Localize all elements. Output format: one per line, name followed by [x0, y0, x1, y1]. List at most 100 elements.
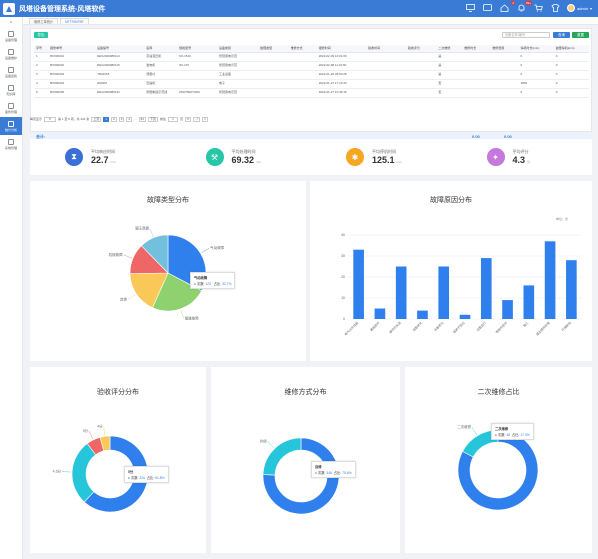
table-cell: [462, 88, 491, 98]
table-row[interactable]: 1 BX000001 DEV2020080114 高速液压机 SX-1516 智慧用电示范…: [34, 52, 589, 62]
x-tick-label: 操作员失误: [388, 320, 402, 334]
fullscreen-icon[interactable]: ⤢: [193, 116, 200, 122]
bar[interactable]: [353, 249, 364, 319]
table-row[interactable]: 5 BX000005 DEV2020080132 智能制造示范线 2500*800*20…: [34, 88, 589, 98]
page-button[interactable]: 1: [103, 116, 110, 122]
column-header[interactable]: 二次维修: [436, 45, 463, 53]
sidebar-item-inspection[interactable]: 设备巡检: [0, 63, 22, 81]
monitor-icon[interactable]: [465, 3, 475, 13]
prev-page-button[interactable]: 上页: [91, 116, 102, 122]
column-header[interactable]: 故障类型: [258, 45, 289, 53]
bar[interactable]: [502, 300, 513, 319]
bar[interactable]: [523, 285, 535, 319]
bar[interactable]: [480, 258, 492, 319]
pie-leader-line: [127, 294, 136, 300]
bar[interactable]: [438, 266, 450, 320]
download-icon[interactable]: ⇩: [201, 116, 209, 122]
column-header[interactable]: 停机时长(min): [518, 45, 554, 53]
home-icon[interactable]: 2: [499, 1, 516, 13]
pagination: 每页显示 5 第 1 至 5 项，共 401 条 上页 1 2 3 4 ... …: [30, 115, 209, 123]
user-menu[interactable]: admin ▾: [567, 4, 592, 12]
column-header[interactable]: 名称: [144, 45, 178, 53]
table-row[interactable]: 2 BX000002 DEV2020080115 发电机 SX-270 智慧用电示范 202…: [34, 61, 589, 71]
tooltip-count: 346: [326, 471, 332, 475]
column-header[interactable]: 维修时长: [462, 45, 491, 53]
avatar: [567, 4, 576, 12]
page-button[interactable]: 2: [111, 116, 117, 122]
column-header[interactable]: 报修时间: [316, 45, 366, 53]
column-header[interactable]: 故障停机(min): [553, 45, 589, 53]
table-cell: [365, 61, 406, 71]
bar[interactable]: [544, 241, 556, 319]
fault-type-panel: 故障类型分布 气动故障 管道故障 其他 机械故障 液压泄漏 气动故障 ● 次数: 123…: [30, 181, 306, 361]
bar[interactable]: [566, 260, 577, 319]
table-row[interactable]: 4 BX000004 200002 压缩机 电子 2022-01-27 17:10:43 否…: [34, 79, 589, 89]
sidebar-item-maintenance[interactable]: 设备维护: [0, 45, 22, 63]
table-cell: [405, 52, 437, 62]
reset-button[interactable]: 重置: [572, 32, 589, 38]
bar[interactable]: [459, 314, 471, 319]
x-tick-label: 零部件损坏: [494, 320, 508, 334]
menu-toggle-icon[interactable]: ≡: [0, 17, 22, 27]
column-header[interactable]: 维修方式: [288, 45, 317, 53]
x-tick-label: 施工: [522, 320, 530, 328]
tooltip-pct: 75.6%: [342, 471, 352, 475]
page-size-select[interactable]: 5: [44, 116, 57, 122]
acceptance-donut: 4.5分 3分 4分: [53, 423, 149, 513]
page-button[interactable]: 3: [118, 116, 125, 122]
message-icon[interactable]: [482, 3, 492, 13]
bar[interactable]: [374, 308, 386, 320]
bar[interactable]: [395, 266, 407, 320]
x-tick-label: 超出使用年限: [535, 320, 551, 336]
sidebar-item-system[interactable]: 系统管理: [0, 135, 22, 153]
table-cell: 否: [436, 79, 463, 89]
pie-label: 管道故障: [185, 315, 199, 320]
shirt-icon[interactable]: [550, 3, 560, 13]
page-button[interactable]: 81: [138, 116, 146, 122]
bar[interactable]: [417, 310, 428, 319]
sidebar-item-spare-parts[interactable]: 备件管理: [0, 99, 22, 117]
table-cell: 2022-01-27 17:10:43: [316, 79, 366, 89]
column-header[interactable]: 维修费用: [490, 45, 519, 53]
hourglass-icon: ⧗: [65, 148, 83, 166]
table-cell: [462, 52, 491, 62]
table-cell: 否: [436, 88, 463, 98]
pie-slice[interactable]: [262, 437, 302, 476]
table-row[interactable]: 3 BX000003 YB22018 测量仪 工业设备 2022-01-26 09:50:…: [34, 70, 589, 80]
search-input[interactable]: 设备名称/编号: [502, 32, 550, 38]
table-cell: [177, 70, 217, 80]
column-header[interactable]: 规格型号: [177, 45, 217, 53]
column-header[interactable]: 设备编号: [95, 45, 145, 53]
column-header[interactable]: 设备类别: [217, 45, 259, 53]
wrench-icon: [8, 48, 14, 55]
bell-icon[interactable]: 99+: [516, 1, 533, 13]
query-button[interactable]: 查询: [553, 32, 570, 38]
page-ellipsis: ...: [134, 117, 137, 121]
page-unit-label: 页: [179, 117, 183, 121]
tab-repair-stats[interactable]: 维修工单统计: [29, 18, 59, 24]
page-button[interactable]: 4: [126, 116, 133, 122]
sidebar-item-knowledge[interactable]: 知识库: [0, 81, 22, 99]
table-cell: [365, 70, 406, 80]
column-header[interactable]: 序号: [34, 45, 49, 53]
table-cell: 0: [553, 52, 589, 62]
column-header[interactable]: 报修单号: [48, 45, 95, 53]
sidebar-item-statistics[interactable]: 统计分析: [0, 117, 22, 135]
y-tick-label: 30: [341, 254, 345, 258]
fault-type-tooltip: 气动故障 ● 次数: 123 占比: 32.7%: [190, 272, 236, 289]
next-page-button[interactable]: 下页: [147, 116, 158, 122]
tab-mttr[interactable]: MTTR/MTBF: [60, 18, 89, 24]
goto-page-input[interactable]: 1: [167, 116, 178, 122]
refresh-icon[interactable]: ↻: [184, 116, 192, 122]
pie-slice[interactable]: [71, 443, 97, 503]
export-button[interactable]: 导出: [34, 32, 48, 38]
column-header[interactable]: 验收评分: [405, 45, 437, 53]
cart-icon[interactable]: [533, 3, 543, 13]
column-header[interactable]: 验收时间: [365, 45, 406, 53]
pie-label: 4分: [97, 423, 103, 428]
table-cell: [258, 70, 289, 80]
table-cell: BX000003: [48, 70, 95, 80]
pie-leader-line: [88, 430, 94, 440]
sidebar-item-device[interactable]: 设备管理: [0, 27, 22, 45]
message-count-badge: 2: [511, 1, 516, 5]
